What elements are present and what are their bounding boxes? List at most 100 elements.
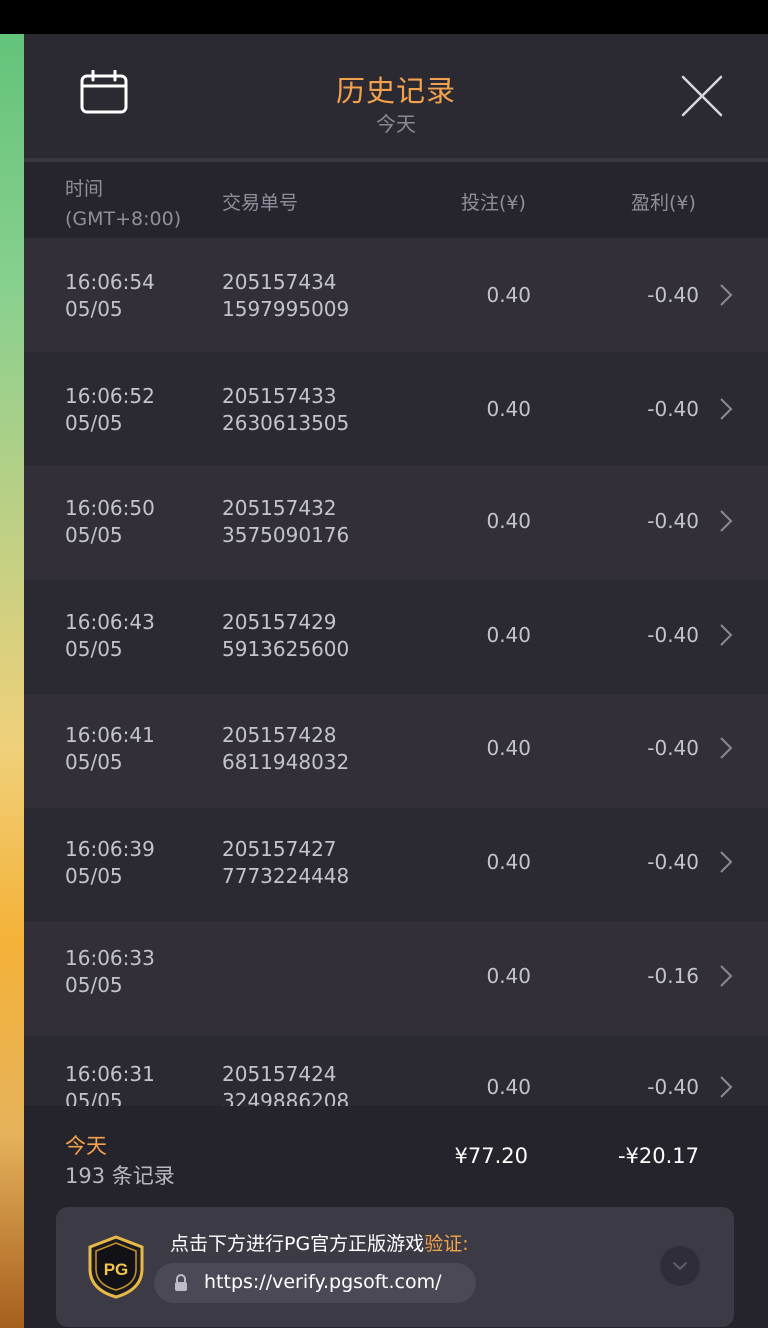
- chevron-right-icon: [720, 1076, 733, 1098]
- row-bet: 0.40: [486, 1075, 531, 1099]
- table-row[interactable]: 16:06:33 05/05 0.40 -0.16: [24, 922, 768, 1036]
- row-time-cell: 16:06:52 05/05: [65, 383, 155, 437]
- column-order-header: 交易单号: [222, 192, 299, 214]
- row-order-id-part1: 205157434: [222, 270, 337, 294]
- chevron-right-icon: [720, 510, 733, 532]
- row-time: 16:06:41: [65, 723, 155, 747]
- row-profit: -0.40: [647, 1075, 699, 1099]
- verify-url: https://verify.pgsoft.com/: [204, 1271, 442, 1293]
- verify-text-main: 点击下方进行PG官方正版游戏: [170, 1233, 425, 1255]
- table-row[interactable]: 16:06:41 05/05 205157428 6811948032 0.40…: [24, 694, 768, 808]
- chevron-right-icon: [720, 737, 733, 759]
- chevron-right-icon: [720, 965, 733, 987]
- row-order-cell: 205157428 6811948032: [222, 722, 349, 776]
- row-order-cell: 205157427 7773224448: [222, 836, 349, 890]
- summary-period: 今天: [65, 1134, 107, 1158]
- table-header: 时间 (GMT+8:00) 交易单号 投注(¥) 盈利(¥): [24, 162, 768, 238]
- column-bet-header: 投注(¥): [461, 192, 526, 214]
- row-time-cell: 16:06:50 05/05: [65, 495, 155, 549]
- chevron-right-icon: [720, 284, 733, 306]
- row-time: 16:06:50: [65, 496, 155, 520]
- row-order-cell: 205157433 2630613505: [222, 383, 349, 437]
- row-order-id-part2: 2630613505: [222, 411, 350, 435]
- chevron-right-icon: [720, 624, 733, 646]
- table-row[interactable]: 16:06:52 05/05 205157433 2630613505 0.40…: [24, 352, 768, 466]
- verify-instruction: 点击下方进行PG官方正版游戏验证:: [170, 1229, 469, 1256]
- row-time-cell: 16:06:33 05/05: [65, 945, 155, 999]
- history-panel: 历史记录 今天 时间 (GMT+8:00) 交易单号 投注(¥) 盈利(¥) 1…: [24, 34, 768, 1328]
- row-order-cell: 205157429 5913625600: [222, 609, 349, 663]
- row-order-id-part2: 3575090176: [222, 523, 350, 547]
- chevron-right-icon: [720, 851, 733, 873]
- row-time: 16:06:39: [65, 837, 155, 861]
- summary-total-bet: ¥77.20: [454, 1144, 528, 1168]
- row-order-id-part2: 7773224448: [222, 864, 350, 888]
- row-profit: -0.16: [647, 964, 699, 988]
- row-profit: -0.40: [647, 509, 699, 533]
- row-profit: -0.40: [647, 850, 699, 874]
- row-time: 16:06:33: [65, 946, 155, 970]
- verify-text-accent: 验证:: [424, 1233, 469, 1255]
- row-date: 05/05: [65, 864, 123, 888]
- row-bet: 0.40: [486, 397, 531, 421]
- column-profit-header: 盈利(¥): [631, 192, 696, 214]
- page-title: 历史记录: [335, 74, 456, 108]
- row-date: 05/05: [65, 297, 123, 321]
- row-date: 05/05: [65, 523, 123, 547]
- row-order-id-part1: 205157429: [222, 610, 337, 634]
- row-order-id-part2: 6811948032: [222, 750, 350, 774]
- chevron-right-icon: [720, 398, 733, 420]
- row-profit: -0.40: [647, 283, 699, 307]
- row-bet: 0.40: [486, 736, 531, 760]
- table-row[interactable]: 16:06:50 05/05 205157432 3575090176 0.40…: [24, 466, 768, 580]
- row-profit: -0.40: [647, 736, 699, 760]
- table-row[interactable]: 16:06:43 05/05 205157429 5913625600 0.40…: [24, 580, 768, 694]
- verify-url-link[interactable]: https://verify.pgsoft.com/: [154, 1263, 476, 1303]
- row-order-id-part1: 205157427: [222, 837, 337, 861]
- row-time: 16:06:52: [65, 384, 155, 408]
- table-row[interactable]: 16:06:54 05/05 205157434 1597995009 0.40…: [24, 238, 768, 352]
- row-bet: 0.40: [486, 850, 531, 874]
- close-icon[interactable]: [680, 74, 724, 118]
- table-row[interactable]: 16:06:39 05/05 205157427 7773224448 0.40…: [24, 808, 768, 922]
- row-order-id-part1: 205157424: [222, 1062, 337, 1086]
- row-profit: -0.40: [647, 397, 699, 421]
- summary-total-profit: -¥20.17: [617, 1144, 699, 1168]
- row-order-id-part1: 205157428: [222, 723, 337, 747]
- row-order-id-part2: 5913625600: [222, 637, 350, 661]
- pg-logo-icon: PG: [88, 1235, 144, 1299]
- page-subtitle: 今天: [376, 112, 416, 136]
- row-bet: 0.40: [486, 509, 531, 533]
- column-time-header: 时间 (GMT+8:00): [65, 174, 181, 234]
- verify-card: PG 点击下方进行PG官方正版游戏验证: https://verify.pgso…: [56, 1207, 734, 1327]
- row-profit: -0.40: [647, 623, 699, 647]
- row-time: 16:06:31: [65, 1062, 155, 1086]
- history-header: 历史记录 今天: [24, 34, 768, 158]
- row-date: 05/05: [65, 411, 123, 435]
- row-date: 05/05: [65, 973, 123, 997]
- row-order-id-part1: 205157432: [222, 496, 337, 520]
- row-bet: 0.40: [486, 964, 531, 988]
- background-game-strip: [0, 34, 24, 1328]
- expand-verify-button[interactable]: [660, 1246, 700, 1286]
- column-timezone-label: (GMT+8:00): [65, 208, 182, 230]
- row-bet: 0.40: [486, 283, 531, 307]
- summary-record-count: 193 条记录: [65, 1164, 175, 1188]
- row-time: 16:06:54: [65, 270, 155, 294]
- row-date: 05/05: [65, 637, 123, 661]
- column-time-label: 时间: [65, 178, 104, 200]
- row-time-cell: 16:06:41 05/05: [65, 722, 155, 776]
- row-order-id-part1: 205157433: [222, 384, 337, 408]
- chevron-down-icon: [673, 1262, 687, 1271]
- row-time: 16:06:43: [65, 610, 155, 634]
- summary-bar: 今天 193 条记录 ¥77.20 -¥20.17: [24, 1106, 768, 1206]
- row-order-id-part2: 1597995009: [222, 297, 350, 321]
- row-order-cell: 205157432 3575090176: [222, 495, 349, 549]
- row-order-cell: 205157434 1597995009: [222, 269, 349, 323]
- row-date: 05/05: [65, 750, 123, 774]
- row-time-cell: 16:06:39 05/05: [65, 836, 155, 890]
- row-time-cell: 16:06:43 05/05: [65, 609, 155, 663]
- row-time-cell: 16:06:54 05/05: [65, 269, 155, 323]
- row-bet: 0.40: [486, 623, 531, 647]
- lock-icon: [175, 1274, 187, 1291]
